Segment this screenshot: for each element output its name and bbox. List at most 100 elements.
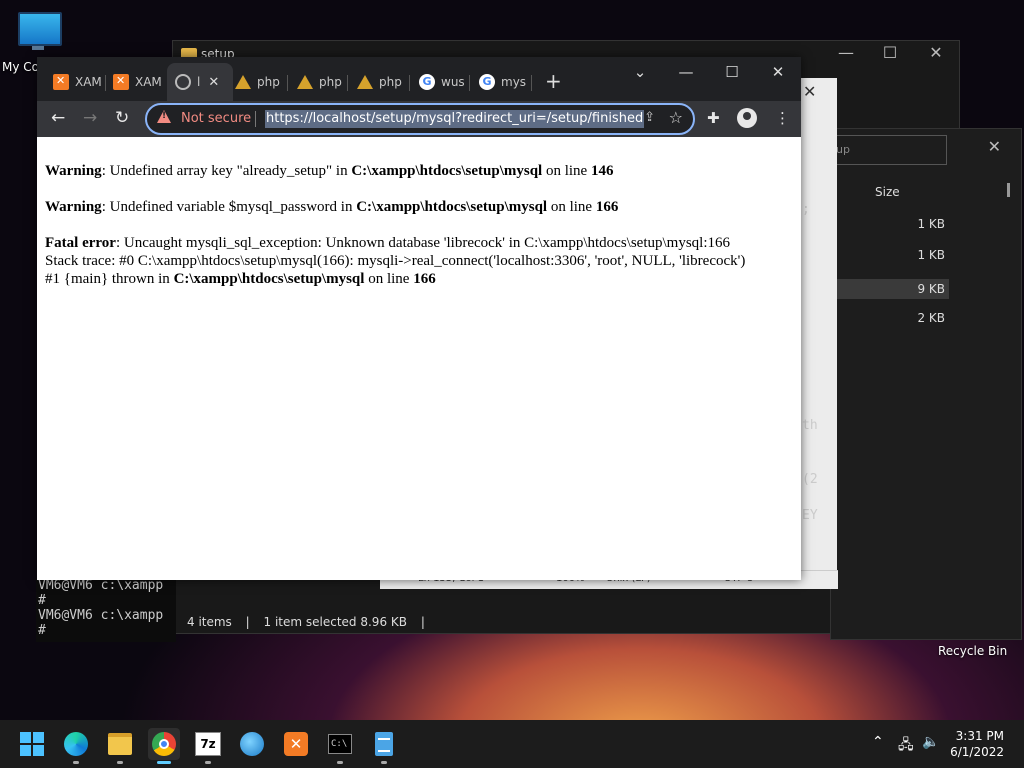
tab-separator — [347, 75, 348, 91]
thrown-line: #1 {main} thrown in C:\xampp\htdocs\setu… — [45, 270, 436, 288]
maximize-icon[interactable]: ☐ — [709, 63, 755, 81]
close-tab-icon[interactable]: ✕ — [208, 75, 219, 90]
clock-date: 6/1/2022 — [950, 745, 1004, 759]
explorer-statusbar: 4 items | 1 item selected 8.96 KB | — [187, 615, 435, 629]
google-icon: G — [419, 74, 435, 90]
address-bar[interactable]: Not secure https://localhost/setup/mysql… — [145, 103, 695, 135]
command-prompt-window[interactable]: VM6@VM6 c:\xampp # VM6@VM6 c:\xampp # — [36, 578, 176, 642]
warning-label: Warning — [45, 163, 102, 179]
text-fragment: (2 — [802, 472, 818, 487]
tab-active[interactable]: l ✕ — [167, 63, 233, 101]
windows-logo-icon — [20, 732, 44, 756]
not-secure-label[interactable]: Not secure — [181, 111, 251, 126]
cmd-line: # — [38, 593, 46, 608]
file-size-selected[interactable]: 9 KB — [831, 279, 949, 299]
terminal-icon: C:\ — [328, 734, 352, 754]
scrollbar-thumb[interactable] — [1007, 183, 1010, 197]
tab-label: php — [257, 75, 280, 89]
editor-text-fragments: ; th (2 EY — [798, 200, 828, 540]
monitor-stand — [32, 46, 44, 50]
close-icon[interactable]: ✕ — [913, 43, 959, 62]
running-indicator — [337, 761, 343, 764]
tab-php-1[interactable]: php — [235, 67, 280, 97]
clock-time: 3:31 PM — [955, 729, 1004, 743]
network-icon[interactable]: 🖧 — [898, 734, 914, 758]
edge-icon — [64, 732, 88, 756]
recycle-bin-label[interactable]: Recycle Bin — [938, 644, 1007, 658]
globe-taskbar-button[interactable] — [236, 728, 268, 760]
taskbar: 7z ✕ C:\ ⌃ 🖧 🔈 3:31 PM 6/1/2022 — [0, 720, 1024, 768]
line-number: 166 — [595, 199, 619, 215]
tab-label: wus — [441, 75, 465, 89]
size-column-header[interactable]: Size — [875, 185, 900, 199]
file-explorer-taskbar-button[interactable] — [104, 728, 136, 764]
tab-label: mys — [501, 75, 527, 89]
warning-text: : Undefined variable $mysql_password in — [101, 199, 357, 215]
tab-xampp-2[interactable]: XAM — [113, 67, 162, 97]
warning-icon[interactable] — [157, 110, 171, 123]
tab-search-icon[interactable]: ⌄ — [617, 63, 663, 81]
chrome-window[interactable]: XAM XAM l✕ php php php Gwus Gmys + ⌄ — ☐… — [37, 57, 801, 580]
tab-php-3[interactable]: php — [357, 67, 402, 97]
bookmark-star-icon[interactable]: ☆ — [669, 108, 683, 127]
status-divider: | — [420, 615, 425, 629]
tab-php-2[interactable]: php — [297, 67, 342, 97]
menu-icon[interactable]: ⋮ — [775, 109, 790, 127]
warning-label: Warning — [45, 199, 102, 215]
start-button[interactable] — [16, 728, 48, 760]
php-icon — [297, 75, 313, 89]
chrome-icon — [152, 732, 176, 756]
warning-text: : Undefined array key "already_setup" in — [101, 163, 352, 179]
tab-xampp-1[interactable]: XAM — [53, 67, 102, 97]
running-indicator — [73, 761, 79, 764]
back-icon[interactable]: ← — [51, 108, 65, 128]
close-icon[interactable]: ✕ — [755, 63, 801, 81]
globe-icon — [175, 74, 191, 90]
page-content: Warning: Undefined array key "already_se… — [37, 137, 801, 580]
forward-icon[interactable]: → — [83, 108, 97, 128]
tab-google-1[interactable]: Gwus — [419, 67, 465, 97]
share-icon[interactable]: ⇪ — [644, 110, 655, 125]
file-size[interactable]: 1 KB — [901, 248, 945, 262]
cmd-line: # — [38, 623, 46, 638]
text-fragment: th — [802, 418, 818, 433]
file-path: C:\xampp\htdocs\setup\mysql — [173, 271, 365, 287]
maximize-icon[interactable]: ☐ — [867, 43, 913, 62]
minimize-icon[interactable]: — — [823, 43, 869, 62]
xampp-icon — [53, 74, 69, 90]
extensions-icon[interactable]: ✚ — [707, 109, 720, 127]
tab-label: l — [197, 75, 201, 89]
cmd-line: VM6@VM6 c:\xampp — [38, 608, 164, 623]
omnibox-divider — [255, 111, 256, 127]
clock[interactable]: 3:31 PM 6/1/2022 — [950, 728, 1004, 760]
running-indicator — [157, 761, 171, 764]
minimize-icon[interactable]: — — [663, 63, 709, 81]
reload-icon[interactable]: ↻ — [115, 108, 129, 128]
tab-label: php — [379, 75, 402, 89]
tab-label: php — [319, 75, 342, 89]
text-fragment: ; — [802, 202, 810, 217]
this-pc-label: My Co — [2, 60, 39, 74]
close-icon[interactable]: ✕ — [988, 137, 1001, 156]
xampp-icon — [113, 74, 129, 90]
volume-icon[interactable]: 🔈 — [922, 734, 939, 750]
notepad-taskbar-button[interactable] — [368, 728, 400, 764]
notepad-icon — [375, 732, 393, 756]
tab-separator — [469, 75, 470, 91]
search-input[interactable]: up — [833, 135, 947, 165]
profile-avatar[interactable] — [737, 108, 757, 128]
edge-taskbar-button[interactable] — [60, 728, 92, 764]
close-icon[interactable]: ✕ — [803, 82, 816, 101]
chrome-taskbar-button[interactable] — [148, 728, 180, 764]
xampp-taskbar-button[interactable]: ✕ — [280, 728, 312, 760]
php-icon — [357, 75, 373, 89]
file-size[interactable]: 2 KB — [901, 311, 945, 325]
cmd-taskbar-button[interactable]: C:\ — [324, 728, 356, 764]
url-text[interactable]: https://localhost/setup/mysql?redirect_u… — [265, 110, 645, 128]
chevron-up-icon[interactable]: ⌃ — [872, 734, 884, 750]
file-size[interactable]: 1 KB — [901, 217, 945, 231]
stack-trace-line: Stack trace: #0 C:\xampp\htdocs\setup\my… — [45, 253, 746, 269]
tab-google-2[interactable]: Gmys — [479, 67, 526, 97]
7zip-taskbar-button[interactable]: 7z — [192, 728, 224, 764]
new-tab-button[interactable]: + — [545, 69, 562, 93]
